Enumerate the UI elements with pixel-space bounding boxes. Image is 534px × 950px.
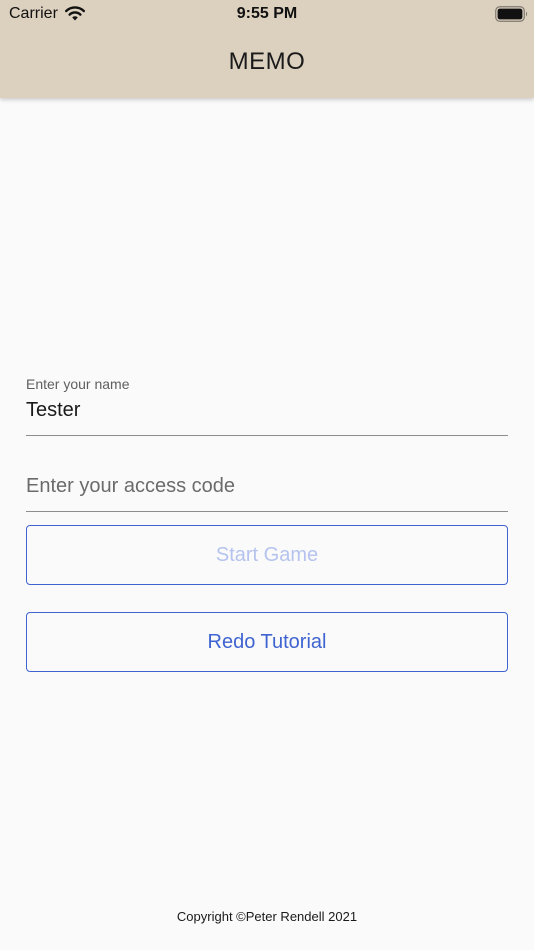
status-bar: Carrier 9:55 PM	[0, 0, 534, 28]
name-field[interactable]: Enter your name	[26, 370, 508, 436]
battery-icon	[495, 6, 528, 22]
copyright-text: Copyright ©Peter Rendell 2021	[176, 909, 358, 924]
name-field-label: Enter your name	[26, 376, 130, 392]
page-title: MEMO	[228, 48, 306, 75]
access-code-input[interactable]	[26, 475, 508, 498]
clock: 9:55 PM	[236, 5, 298, 22]
name-input[interactable]	[26, 399, 508, 422]
start-game-button[interactable]: Start Game	[26, 525, 508, 585]
access-code-field[interactable]	[26, 450, 508, 512]
redo-tutorial-button[interactable]: Redo Tutorial	[26, 612, 508, 672]
name-field-underline	[26, 435, 508, 436]
app-header: Carrier 9:55 PM MEMO	[0, 0, 534, 98]
access-code-underline	[26, 511, 508, 512]
